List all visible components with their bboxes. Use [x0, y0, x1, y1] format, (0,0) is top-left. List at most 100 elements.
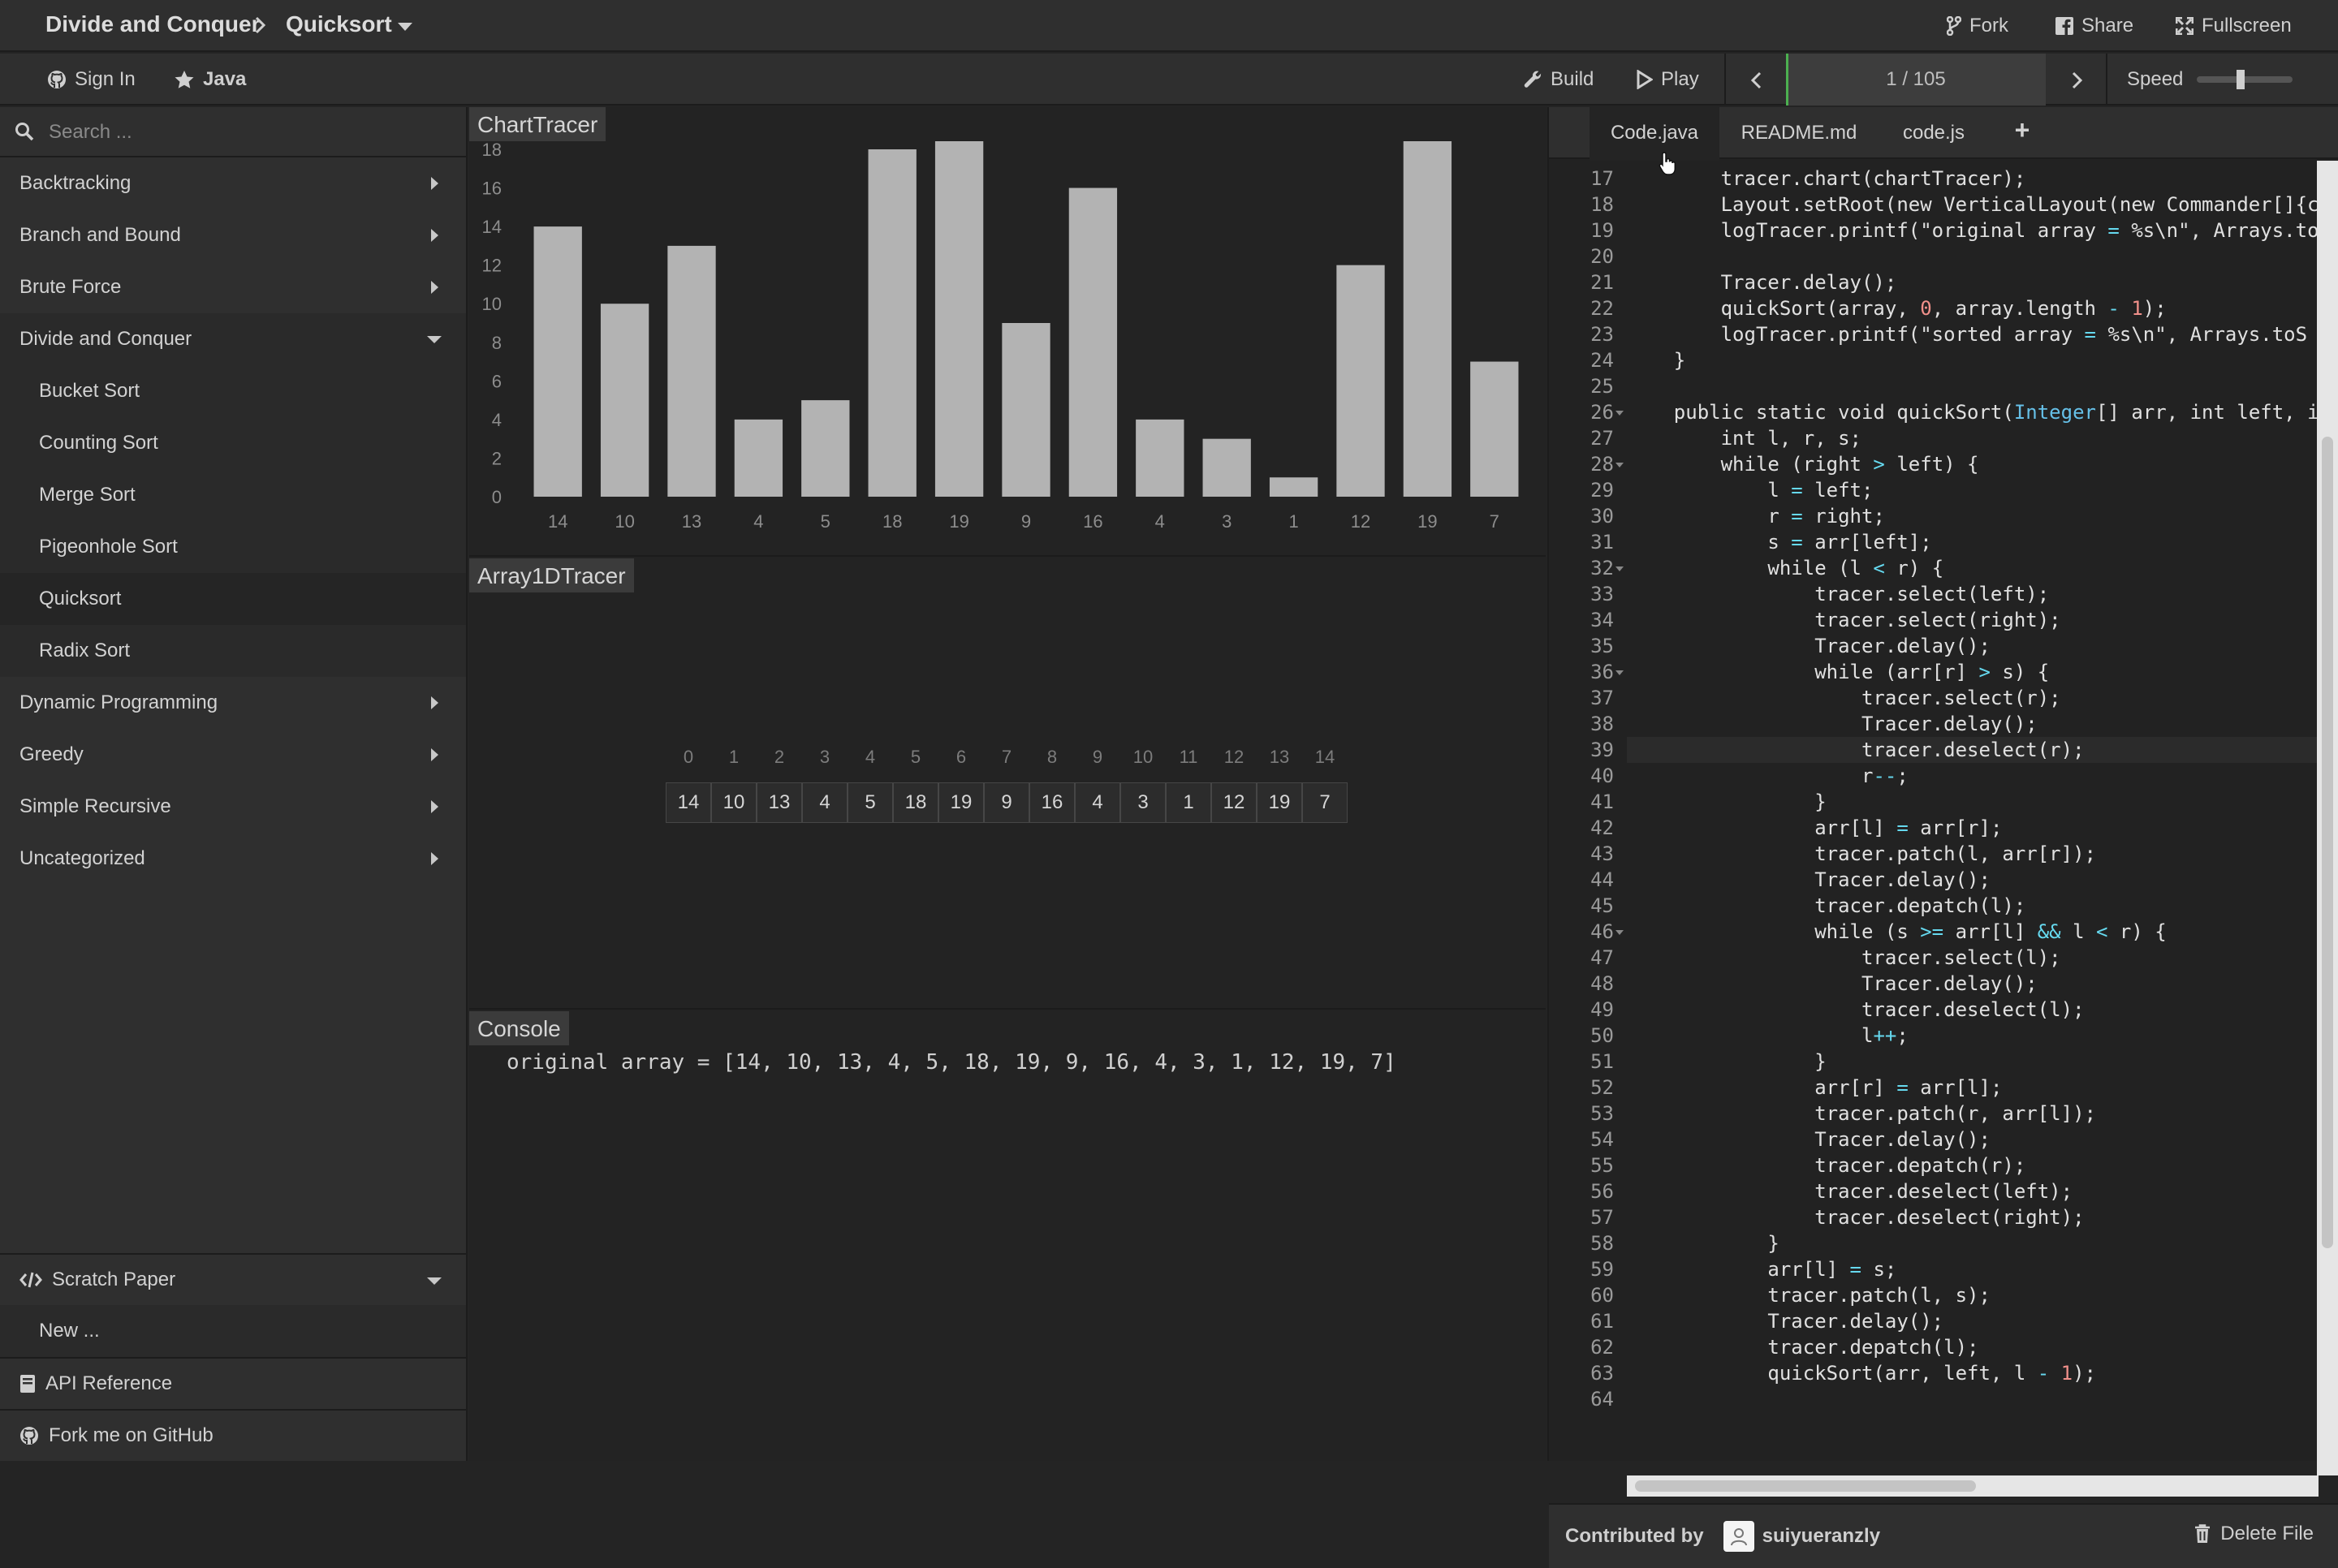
- build-button[interactable]: Build: [1523, 54, 1594, 106]
- speed-slider[interactable]: [2197, 70, 2293, 89]
- sidebar-category[interactable]: Backtracking: [0, 157, 466, 209]
- breadcrumb-algorithm[interactable]: Quicksort: [286, 11, 392, 37]
- breadcrumb-category[interactable]: Divide and Conquer: [45, 11, 260, 37]
- add-tab-button[interactable]: +: [1991, 107, 2054, 159]
- sidebar-category[interactable]: Brute Force: [0, 261, 466, 313]
- previous-step-button[interactable]: [1724, 54, 1786, 106]
- fold-toggle-icon[interactable]: [1615, 411, 1624, 416]
- sidebar-item[interactable]: Pigeonhole Sort: [0, 521, 466, 573]
- caret-right-icon: [431, 281, 438, 294]
- code-line: tracer.select(l);: [1627, 946, 2061, 969]
- sidebar-category[interactable]: Dynamic Programming: [0, 677, 466, 729]
- speed-slider-thumb[interactable]: [2236, 70, 2245, 89]
- fold-toggle-icon[interactable]: [1615, 463, 1624, 467]
- sidebar-bottom: Scratch Paper New ... API Reference Fork…: [0, 1253, 466, 1461]
- line-number: 61: [1590, 1310, 1614, 1333]
- array-cell: 1: [1166, 782, 1211, 823]
- sidebar-item[interactable]: Radix Sort: [0, 625, 466, 677]
- line-number: 51: [1590, 1050, 1614, 1073]
- x-tick-label: 3: [1222, 511, 1232, 532]
- line-number: 22: [1590, 297, 1614, 320]
- array-cell: 16: [1029, 782, 1075, 823]
- chart-bar: [1136, 419, 1184, 497]
- sidebar-category[interactable]: Divide and Conquer: [0, 313, 466, 365]
- contributor-name[interactable]: suiyueranzly: [1762, 1525, 1880, 1548]
- caret-down-icon: [427, 336, 442, 343]
- array-index-label: 0: [683, 747, 694, 767]
- sidebar-item[interactable]: Bucket Sort: [0, 365, 466, 417]
- line-number: 45: [1590, 894, 1614, 917]
- code-line: tracer.depatch(r);: [1627, 1154, 2026, 1177]
- fold-toggle-icon[interactable]: [1615, 930, 1624, 935]
- tab-code-java[interactable]: Code.java: [1590, 107, 1719, 161]
- array-cell: 14: [666, 782, 711, 823]
- horizontal-scrollbar-thumb[interactable]: [1635, 1480, 1976, 1492]
- sign-in-button[interactable]: Sign In: [47, 54, 136, 106]
- play-icon: [1637, 70, 1653, 89]
- fold-toggle-icon[interactable]: [1615, 670, 1624, 675]
- line-number: 37: [1590, 687, 1614, 709]
- caret-right-icon: [431, 229, 438, 242]
- editor-tabs: Code.java README.md code.js +: [1549, 107, 2338, 175]
- x-tick-label: 4: [753, 511, 763, 532]
- search-input[interactable]: [49, 115, 438, 149]
- code-line: tracer.deselect(left);: [1627, 1180, 2073, 1203]
- line-number: 62: [1590, 1336, 1614, 1359]
- play-label: Play: [1661, 68, 1699, 90]
- language-button[interactable]: Java: [174, 54, 246, 106]
- vertical-scrollbar-thumb[interactable]: [2322, 437, 2333, 1248]
- algorithm-dropdown-icon[interactable]: [398, 23, 412, 31]
- panel-divider: [469, 1008, 1546, 1010]
- chart-bar: [1470, 361, 1519, 497]
- sidebar-item[interactable]: Counting Sort: [0, 417, 466, 469]
- delete-file-button[interactable]: Delete File: [2194, 1523, 2314, 1545]
- tab-code-js[interactable]: code.js: [1879, 107, 1989, 159]
- y-tick-label: 2: [492, 448, 502, 468]
- code-line: Tracer.delay();: [1627, 972, 2038, 995]
- code-area[interactable]: tracer.chart(chartTracer); Layout.setRoo…: [1627, 161, 2319, 1475]
- sidebar-category[interactable]: Branch and Bound: [0, 209, 466, 261]
- avatar-icon: [1730, 1528, 1747, 1546]
- contributor-avatar[interactable]: [1723, 1521, 1754, 1552]
- code-line: }: [1627, 349, 1686, 372]
- tab-readme-md[interactable]: README.md: [1721, 107, 1877, 159]
- code-line: arr[r] = arr[l];: [1627, 1076, 2003, 1099]
- api-reference-link[interactable]: API Reference: [0, 1357, 466, 1409]
- line-number: 34: [1590, 609, 1614, 631]
- line-number: 53: [1590, 1102, 1614, 1125]
- code-line: }: [1627, 790, 1827, 813]
- progress-bar[interactable]: 1 / 105: [1786, 54, 2046, 106]
- fork-button[interactable]: Fork: [1947, 0, 2008, 52]
- new-scratch-paper-item[interactable]: New ...: [0, 1305, 466, 1357]
- sidebar-category[interactable]: Simple Recursive: [0, 781, 466, 833]
- share-button[interactable]: Share: [2055, 0, 2133, 52]
- sidebar-item[interactable]: Merge Sort: [0, 469, 466, 521]
- line-number: 35: [1590, 635, 1614, 657]
- fullscreen-button[interactable]: Fullscreen: [2176, 0, 2292, 52]
- sidebar-item[interactable]: Quicksort: [0, 573, 466, 625]
- array-index-label: 7: [1001, 747, 1012, 767]
- play-button[interactable]: Play: [1637, 54, 1699, 106]
- line-number: 54: [1590, 1128, 1614, 1151]
- scratch-paper-toggle[interactable]: Scratch Paper: [0, 1253, 466, 1305]
- search-icon: [15, 123, 34, 141]
- line-number: 21: [1590, 271, 1614, 294]
- y-tick-label: 8: [492, 333, 502, 353]
- array-index-label: 6: [955, 747, 967, 767]
- github-link[interactable]: Fork me on GitHub: [0, 1409, 466, 1461]
- step-counter: 1 / 105: [1886, 68, 1946, 90]
- line-number: 44: [1590, 868, 1614, 891]
- line-number: 30: [1590, 505, 1614, 528]
- array-index-label: 5: [910, 747, 921, 767]
- vertical-scrollbar[interactable]: [2317, 161, 2338, 1475]
- horizontal-scrollbar[interactable]: [1627, 1475, 2319, 1497]
- line-number: 28: [1590, 453, 1614, 476]
- next-step-button[interactable]: [2046, 54, 2107, 106]
- sidebar-category[interactable]: Uncategorized: [0, 833, 466, 885]
- sidebar-category[interactable]: Greedy: [0, 729, 466, 781]
- caret-right-icon: [431, 696, 438, 709]
- fold-toggle-icon[interactable]: [1615, 566, 1624, 571]
- code-line: Tracer.delay();: [1627, 713, 2038, 735]
- editor-footer: Contributed by suiyueranzly Delete File: [1549, 1503, 2338, 1568]
- code-editor-panel: Code.java README.md code.js + 17 18 19 20 21…: [1547, 107, 2338, 1568]
